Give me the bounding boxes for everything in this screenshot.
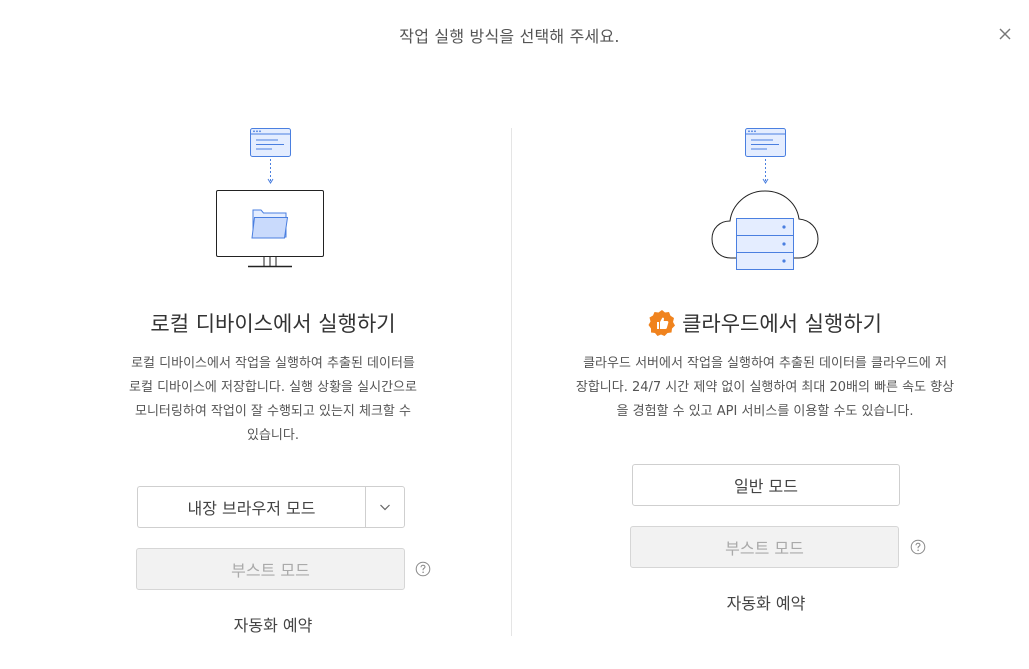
cloud-boost-mode-button[interactable]: 부스트 모드 xyxy=(630,526,899,568)
question-circle-icon[interactable] xyxy=(415,561,431,577)
cloud-desc-line: 장합니다. 24/7 시간 제약 없이 실행하여 최대 20배의 빠른 속도 향… xyxy=(575,380,955,395)
cloud-schedule-link[interactable]: 자동화 예약 xyxy=(540,590,992,614)
monitor-folder-icon xyxy=(216,125,326,279)
thumbs-up-badge-icon xyxy=(648,309,676,337)
local-desc-line: 있습니다. xyxy=(247,428,299,443)
cloud-normal-mode-label: 일반 모드 xyxy=(734,477,798,496)
local-description: 로컬 디바이스에서 작업을 실행하여 추출된 데이터를 로컬 디바이스에 저장합… xyxy=(96,352,450,448)
mode-dropdown-toggle[interactable] xyxy=(365,486,405,528)
close-icon[interactable] xyxy=(995,24,1015,44)
local-desc-line: 모니터링하여 작업이 잘 수행되고 있는지 체크할 수 xyxy=(135,404,411,419)
cloud-description: 클라우드 서버에서 작업을 실행하여 추출된 데이터를 클라우드에 저 장합니다… xyxy=(540,352,990,424)
builtin-browser-mode-label: 내장 브라우저 모드 xyxy=(187,499,316,518)
local-boost-mode-button[interactable]: 부스트 모드 xyxy=(136,548,405,590)
local-schedule-link[interactable]: 자동화 예약 xyxy=(96,612,450,636)
local-option-panel: 로컬 디바이스에서 실행하기 로컬 디바이스에서 작업을 실행하여 추출된 데이… xyxy=(96,0,450,669)
chevron-down-icon xyxy=(380,504,390,511)
cloud-normal-mode-button[interactable]: 일반 모드 xyxy=(632,464,900,506)
cloud-option-title: 클라우드에서 실행하기 xyxy=(540,308,990,338)
cloud-server-icon xyxy=(711,125,821,279)
local-title-text: 로컬 디바이스에서 실행하기 xyxy=(150,312,396,336)
column-divider xyxy=(511,128,512,636)
run-mode-dialog: 작업 실행 방식을 선택해 주세요. 로컬 디바이스에서 실행하기 로컬 디바이… xyxy=(0,0,1029,669)
local-option-title: 로컬 디바이스에서 실행하기 xyxy=(96,308,450,338)
cloud-title-text: 클라우드에서 실행하기 xyxy=(682,312,882,336)
question-circle-icon[interactable] xyxy=(910,539,926,555)
cloud-desc-line: 클라우드 서버에서 작업을 실행하여 추출된 데이터를 클라우드에 저 xyxy=(583,356,947,371)
local-boost-mode-label: 부스트 모드 xyxy=(231,561,310,580)
cloud-desc-line: 을 경험할 수 있고 API 서비스를 이용할 수도 있습니다. xyxy=(616,404,914,419)
local-desc-line: 로컬 디바이스에 저장합니다. 실행 상황을 실시간으로 xyxy=(129,380,417,395)
cloud-boost-mode-label: 부스트 모드 xyxy=(725,539,804,558)
local-desc-line: 로컬 디바이스에서 작업을 실행하여 추출된 데이터를 xyxy=(131,356,415,371)
cloud-option-panel: 클라우드에서 실행하기 클라우드 서버에서 작업을 실행하여 추출된 데이터를 … xyxy=(540,0,990,669)
builtin-browser-mode-button[interactable]: 내장 브라우저 모드 xyxy=(137,486,365,528)
